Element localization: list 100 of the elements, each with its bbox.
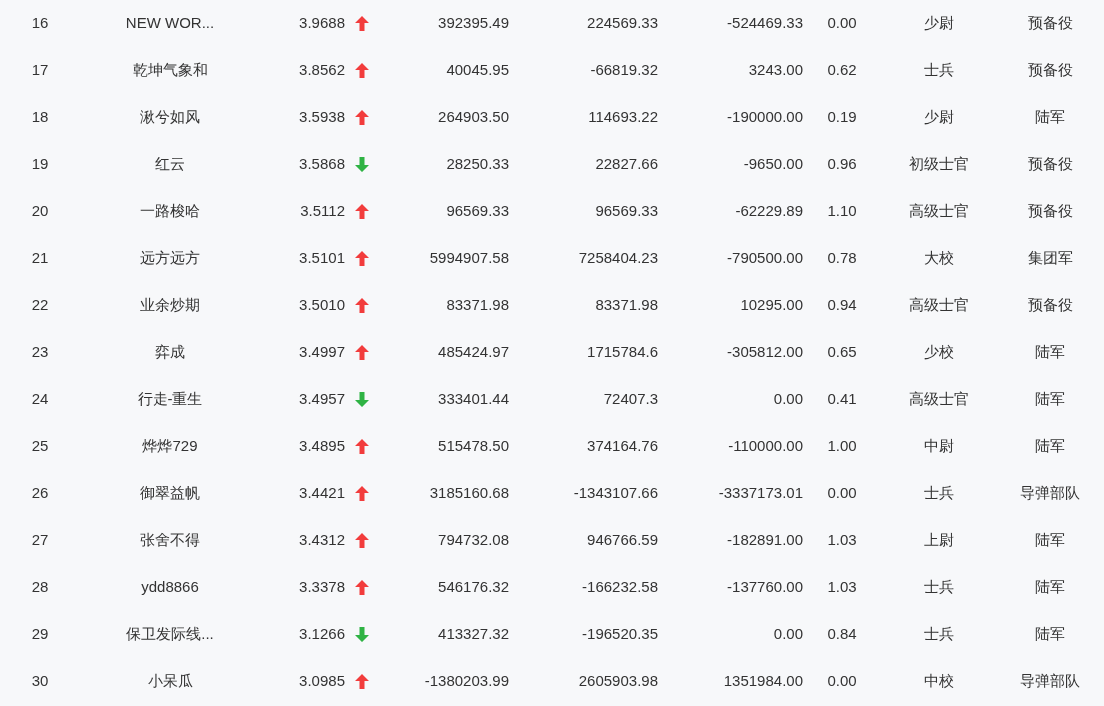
table-cell-text: 导弹部队	[1020, 671, 1080, 692]
name-cell-text: 远方远方	[140, 248, 200, 269]
table-cell-text: 初级士官	[909, 154, 969, 175]
table-cell-text: -524469.33	[727, 13, 803, 34]
table-cell-text: 0.00	[827, 671, 857, 692]
table-cell-text: 士兵	[924, 60, 954, 81]
table-cell-text: 1351984.00	[723, 671, 803, 692]
table-cell-text: -1343107.66	[573, 483, 658, 504]
name-cell-text: 行走-重生	[137, 389, 203, 410]
rank-cell-text: 30	[31, 671, 49, 692]
table-cell-text: 3.5868	[299, 154, 345, 175]
table-cell-text: 72407.3	[603, 389, 658, 410]
table-cell-text: 集团军	[1027, 248, 1073, 269]
table-cell-text: 5994907.58	[429, 248, 509, 269]
table-cell-text: 96569.33	[595, 201, 658, 222]
table-cell-text: 1.00	[827, 436, 857, 457]
rank-cell-text: 29	[31, 624, 49, 645]
table-cell-text: 少校	[924, 342, 954, 363]
name-cell-text: 张舍不得	[140, 530, 200, 551]
table-cell-text: 陆军	[1035, 530, 1065, 551]
name-cell-text: NEW WOR...	[125, 13, 215, 34]
table-cell-text: 高级士官	[909, 295, 969, 316]
table-cell-text: 3.8562	[299, 60, 345, 81]
rank-cell-text: 27	[31, 530, 49, 551]
table-cell-text: 3.5101	[299, 248, 345, 269]
table-cell-text: 3.5010	[299, 295, 345, 316]
table-cell-text: 0.00	[773, 624, 803, 645]
table-cell-text: 83371.98	[446, 295, 509, 316]
rank-cell-text: 20	[31, 201, 49, 222]
table-cell-text: 374164.76	[587, 436, 658, 457]
table-cell-text: 高级士官	[909, 389, 969, 410]
name-cell-text: 保卫发际线...	[126, 624, 214, 645]
table-cell-text: 0.62	[827, 60, 857, 81]
table-cell-text: 224569.33	[587, 13, 658, 34]
table-cell-text: 少尉	[924, 107, 954, 128]
table-cell-text: 7258404.23	[578, 248, 658, 269]
table-cell-text: 0.00	[827, 483, 857, 504]
table-cell-text: 中校	[924, 671, 954, 692]
table-cell-text: 少尉	[924, 13, 954, 34]
table-cell-text: 546176.32	[438, 577, 509, 598]
table-cell-text: 0.19	[827, 107, 857, 128]
table-cell-text: 333401.44	[438, 389, 509, 410]
table-cell-text: 515478.50	[438, 436, 509, 457]
name-cell-text: 烨烨729	[142, 436, 198, 457]
table-cell-text: 0.96	[827, 154, 857, 175]
table-cell-text: 0.41	[827, 389, 857, 410]
table-cell-text: 264903.50	[438, 107, 509, 128]
table-cell-text: 946766.59	[587, 530, 658, 551]
table-cell-text: -182891.00	[727, 530, 803, 551]
table-cell-text: 士兵	[924, 624, 954, 645]
name-cell-text: ydd8866	[141, 577, 199, 598]
table-cell-text: -62229.89	[735, 201, 803, 222]
table-cell-text: 3185160.68	[429, 483, 509, 504]
table-cell-text: -166232.58	[582, 577, 658, 598]
table-cell-text: 794732.08	[438, 530, 509, 551]
table-cell-text: -66819.32	[590, 60, 658, 81]
rank-cell-text: 25	[31, 436, 49, 457]
table-cell-text: 40045.95	[446, 60, 509, 81]
table-cell-text: -190000.00	[727, 107, 803, 128]
table-cell-text: -110000.00	[728, 436, 803, 457]
table-cell-text: 预备役	[1027, 13, 1073, 34]
rank-cell-text: 26	[31, 483, 49, 504]
table-cell-text: 上尉	[924, 530, 954, 551]
table-cell-text: 0.00	[827, 13, 857, 34]
table-cell-text: 0.00	[773, 389, 803, 410]
rank-cell-text: 19	[31, 154, 49, 175]
table-cell-text: -790500.00	[727, 248, 803, 269]
rank-cell-text: 21	[31, 248, 49, 269]
table-cell-text: -196520.35	[582, 624, 658, 645]
table-cell-text: 1715784.6	[587, 342, 658, 363]
table-cell-text: 0.84	[827, 624, 857, 645]
table-cell-text: 3.4957	[299, 389, 345, 410]
table-cell-text: 83371.98	[595, 295, 658, 316]
name-cell-text: 乾坤气象和	[132, 60, 208, 81]
name-cell-text: 御翠益帆	[140, 483, 200, 504]
table-cell-text: 预备役	[1027, 154, 1073, 175]
table-cell-text: 3.5112	[300, 201, 345, 222]
rank-cell-text: 22	[31, 295, 49, 316]
rank-cell-text: 28	[31, 577, 49, 598]
table-cell-text: 3.9688	[299, 13, 345, 34]
rank-cell-text: 16	[31, 13, 49, 34]
table-cell-text: 2605903.98	[578, 671, 658, 692]
table-cell-text: -137760.00	[727, 577, 803, 598]
rank-cell-text: 24	[31, 389, 49, 410]
table-cell-text: 3.4997	[299, 342, 345, 363]
rank-cell-text: 23	[31, 342, 49, 363]
name-cell-text: 业余炒期	[140, 295, 200, 316]
table-cell-text: 1.10	[827, 201, 857, 222]
table-cell-text: -1380203.99	[424, 671, 509, 692]
name-cell-text: 湫兮如风	[140, 107, 200, 128]
table-cell-text: 392395.49	[438, 13, 509, 34]
table-cell-text: 预备役	[1027, 295, 1073, 316]
table-cell-text: 预备役	[1027, 60, 1073, 81]
table-cell-text: 高级士官	[909, 201, 969, 222]
table-cell-text: 陆军	[1035, 107, 1065, 128]
table-cell-text: 预备役	[1027, 201, 1073, 222]
table-cell-text: 114693.22	[588, 107, 658, 128]
table-cell-text: 0.94	[827, 295, 857, 316]
table-cell-text: 3.5938	[299, 107, 345, 128]
table-cell-text: -9650.00	[743, 154, 803, 175]
